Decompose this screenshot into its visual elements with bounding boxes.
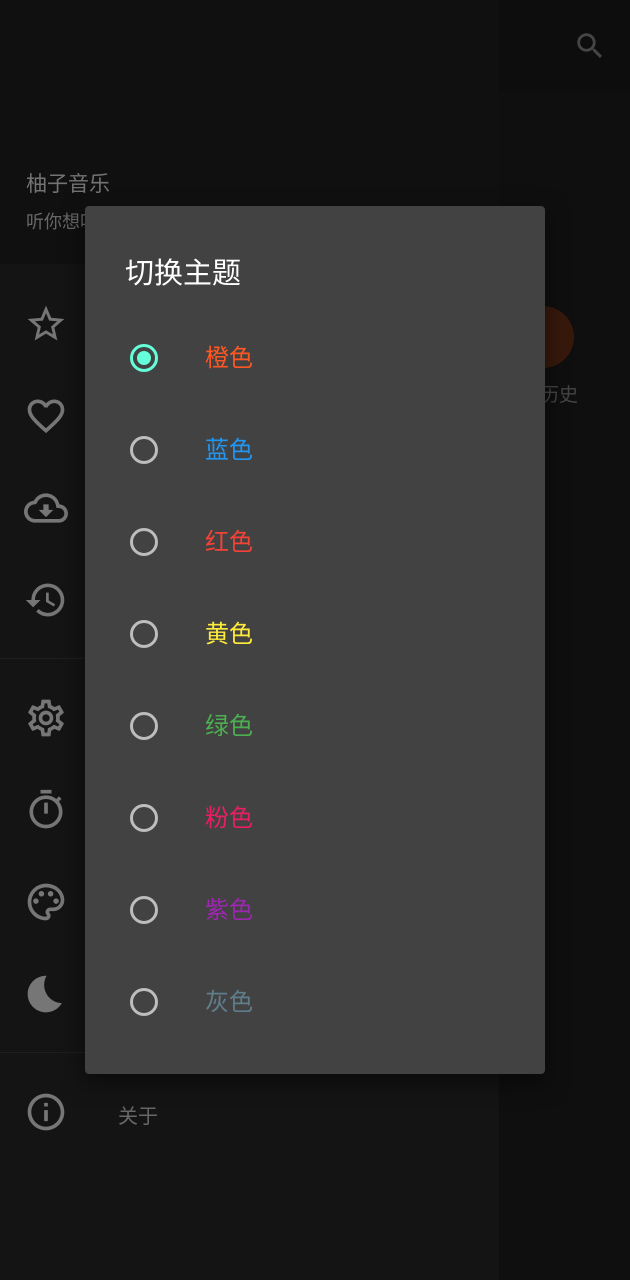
radio-button[interactable] [130, 712, 158, 740]
theme-option-gray[interactable]: 灰色 [85, 962, 545, 1042]
theme-dialog: 切换主题 橙色 蓝色 红色 黄色 绿色 粉色 紫色 灰色 [85, 206, 545, 1074]
theme-option-label: 灰色 [205, 988, 253, 1016]
radio-button[interactable] [130, 344, 158, 372]
theme-option-label: 绿色 [205, 712, 253, 740]
theme-option-label: 黄色 [205, 620, 253, 648]
theme-option-red[interactable]: 红色 [85, 502, 545, 582]
theme-option-pink[interactable]: 粉色 [85, 778, 545, 858]
theme-option-purple[interactable]: 紫色 [85, 870, 545, 950]
dialog-title: 切换主题 [125, 256, 242, 290]
theme-option-label: 红色 [205, 528, 253, 556]
radio-button[interactable] [130, 436, 158, 464]
theme-option-label: 粉色 [205, 804, 253, 832]
radio-button[interactable] [130, 896, 158, 924]
theme-option-label: 蓝色 [205, 436, 253, 464]
theme-option-green[interactable]: 绿色 [85, 686, 545, 766]
theme-option-label: 紫色 [205, 896, 253, 924]
radio-button[interactable] [130, 620, 158, 648]
theme-option-blue[interactable]: 蓝色 [85, 410, 545, 490]
radio-button[interactable] [130, 804, 158, 832]
radio-button[interactable] [130, 528, 158, 556]
radio-button[interactable] [130, 988, 158, 1016]
theme-option-orange[interactable]: 橙色 [85, 318, 545, 398]
theme-option-label: 橙色 [205, 344, 253, 372]
theme-option-yellow[interactable]: 黄色 [85, 594, 545, 674]
